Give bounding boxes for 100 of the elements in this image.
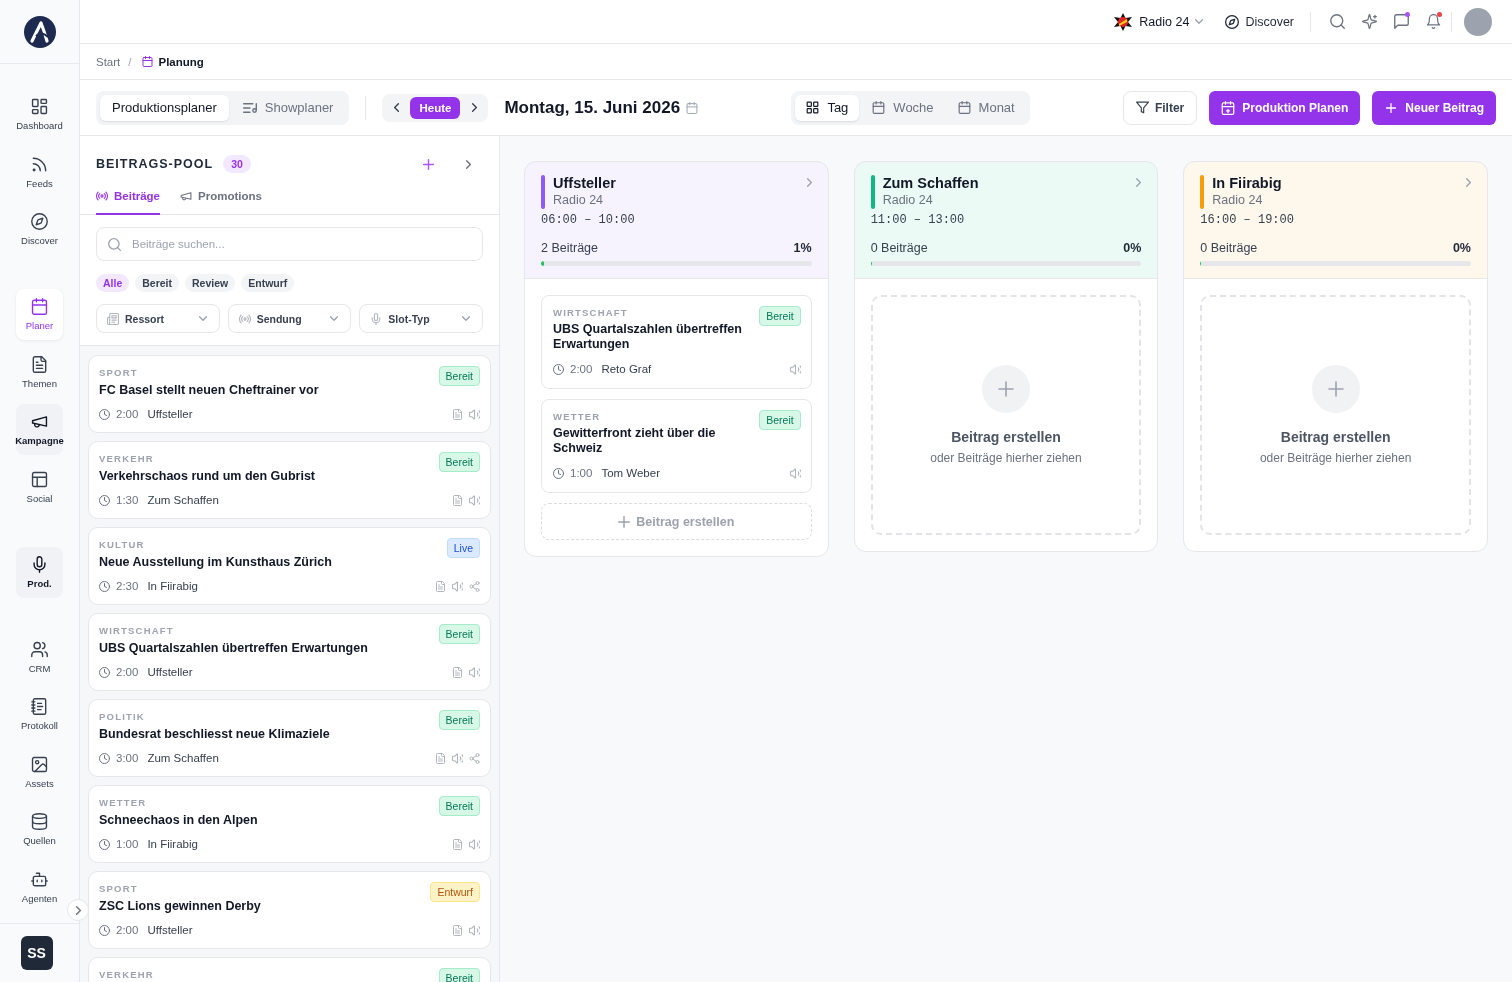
today-button[interactable]: Heute xyxy=(410,96,461,119)
view-tab[interactable]: Monat xyxy=(946,94,1026,121)
radio-icon xyxy=(96,190,108,202)
story-slot: Zum Schaffen xyxy=(147,492,219,508)
story-title: FC Basel stellt neuen Cheftrainer vor xyxy=(99,382,320,398)
sidebar-item[interactable]: Dashboard xyxy=(16,89,63,140)
logo-icon[interactable] xyxy=(23,15,56,48)
filter-dropdown[interactable]: Sendung xyxy=(227,304,352,333)
story-category: WIRTSCHAFT xyxy=(99,625,175,637)
user-avatar[interactable] xyxy=(1464,7,1492,36)
station-selector[interactable]: Radio 24 xyxy=(1113,11,1204,32)
story-card[interactable]: WETTER Schneechaos in den Alpen Bereit 1:00 In Fiirabig xyxy=(88,785,491,863)
story-category: WETTER xyxy=(553,411,602,423)
story-category: VERKEHR xyxy=(99,969,155,981)
action-button[interactable]: Neuer Beitrag xyxy=(1372,90,1496,125)
microphone-icon xyxy=(31,555,48,573)
filter-dropdown[interactable]: Slot-Typ xyxy=(359,304,483,333)
story-category: WETTER xyxy=(99,797,148,809)
slot-percent: 0% xyxy=(1123,240,1142,256)
planner-tab[interactable]: Produktionsplaner xyxy=(100,94,229,121)
story-slot: In Fiirabig xyxy=(147,578,198,594)
chevron-right-icon[interactable] xyxy=(1136,178,1142,187)
notebook-icon xyxy=(31,698,48,715)
user-initials-avatar[interactable]: SS xyxy=(20,936,53,970)
story-slot: Uffsteller xyxy=(147,664,193,680)
drop-zone[interactable]: Beitrag erstellen oder Beiträge hierher ziehen xyxy=(870,295,1142,535)
filter-button[interactable]: Filter xyxy=(1122,90,1198,125)
clock-icon xyxy=(99,580,110,592)
story-author: Tom Weber xyxy=(601,466,660,481)
pool-title: BEITRAGS-POOL xyxy=(96,157,214,171)
status-filter-chip[interactable]: Bereit xyxy=(135,274,180,292)
plus-icon[interactable] xyxy=(1311,364,1360,413)
story-card[interactable]: KULTUR Neue Ausstellung im Kunsthaus Zürich Live 2:30 In Fiirabig xyxy=(88,527,491,605)
discover-button[interactable]: Discover xyxy=(1225,14,1294,29)
sidebar-item[interactable]: Protokoll xyxy=(16,689,63,740)
status-badge: Bereit xyxy=(438,624,480,644)
sidebar-item[interactable]: Quellen xyxy=(16,804,63,855)
sidebar-item[interactable]: Feeds xyxy=(16,146,63,198)
playlist-icon xyxy=(242,100,257,115)
status-badge: Bereit xyxy=(759,306,801,326)
story-duration: 3:00 xyxy=(116,751,139,766)
story-card[interactable]: VERKEHR Bereit xyxy=(88,957,491,982)
status-filter-chip[interactable]: Entwurf xyxy=(241,274,295,292)
sidebar-item[interactable]: Social xyxy=(16,461,63,513)
planner-tab[interactable]: Showplaner xyxy=(230,94,346,121)
chevron-left-icon xyxy=(393,103,399,112)
sidebar-item[interactable]: Themen xyxy=(16,346,63,398)
sidebar-item[interactable]: CRM xyxy=(16,631,63,683)
story-card[interactable]: WIRTSCHAFT UBS Quartalszahlen übertreffen Erwartungen Bereit 2:00 Uffsteller xyxy=(88,613,491,691)
story-duration: 2:30 xyxy=(116,579,139,594)
chevron-right-icon[interactable] xyxy=(1466,178,1471,187)
story-category: VERKEHR xyxy=(99,453,155,465)
drop-zone[interactable]: Beitrag erstellen oder Beiträge hierher ziehen xyxy=(1200,295,1471,535)
story-duration: 1:00 xyxy=(116,837,139,852)
slot-count: 0 Beiträge xyxy=(870,240,928,256)
status-filter-chip[interactable]: Review xyxy=(185,274,236,292)
story-card[interactable]: SPORT ZSC Lions gewinnen Derby Entwurf 2:00 Uffsteller xyxy=(88,871,491,949)
plus-icon[interactable] xyxy=(982,364,1030,413)
sidebar-item[interactable]: Assets xyxy=(16,746,63,798)
calendar-plus-icon xyxy=(1221,100,1236,115)
sidebar-item[interactable]: Discover xyxy=(16,204,63,255)
breadcrumb-link[interactable]: Start xyxy=(96,55,121,68)
slot-title: Zum Schaffen xyxy=(882,174,979,192)
story-card[interactable]: SPORT FC Basel stellt neuen Cheftrainer vor Bereit 2:00 Uffsteller xyxy=(88,355,491,433)
sidebar-item[interactable]: Prod. xyxy=(16,546,63,598)
collapse-button[interactable] xyxy=(67,899,89,921)
pool-tab[interactable]: Promotions xyxy=(180,190,262,215)
status-filter-chip[interactable]: Alle xyxy=(96,274,130,292)
slot-percent: 0% xyxy=(1452,240,1471,256)
calendar-icon[interactable] xyxy=(686,101,699,114)
sidebar-item[interactable]: Kampagne xyxy=(16,404,63,455)
chat-icon xyxy=(1393,14,1409,29)
filter-dropdown[interactable]: Ressort xyxy=(96,304,220,333)
story-card[interactable]: VERKEHR Verkehrschaos rund um den Gubrist Bereit 1:30 Zum Schaffen xyxy=(88,441,491,519)
count-badge: 30 xyxy=(223,155,251,173)
megaphone-icon xyxy=(31,413,48,430)
plus-icon xyxy=(1384,100,1399,115)
megaphone-icon xyxy=(180,190,193,202)
slot-station: Radio 24 xyxy=(882,192,934,209)
search-field[interactable]: Beiträge suchen... xyxy=(96,227,483,261)
status-badge: Bereit xyxy=(438,366,480,386)
view-tab[interactable]: Tag xyxy=(795,94,860,121)
sidebar-item[interactable]: Agenten xyxy=(16,861,63,913)
action-button[interactable]: Produktion Planen xyxy=(1209,90,1361,125)
compass-icon xyxy=(1225,14,1240,29)
view-tab[interactable]: Woche xyxy=(861,94,945,121)
story-slot: Uffsteller xyxy=(147,922,193,938)
clock-icon xyxy=(99,924,110,936)
chevron-down-icon xyxy=(462,316,470,321)
slot-station: Radio 24 xyxy=(553,192,605,209)
status-badge: Bereit xyxy=(438,710,480,730)
slot-percent: 1% xyxy=(793,240,812,256)
story-card[interactable]: WIRTSCHAFT UBS Quartalszahlen übertreffen Erwartungen Bereit 2:00 Reto Graf xyxy=(541,295,812,389)
pool-tab[interactable]: Beiträge xyxy=(96,190,161,215)
story-card[interactable]: WETTER Gewitterfront zieht über die Schweiz Bereit 1:00 Tom Weber xyxy=(541,399,812,493)
robot-icon xyxy=(31,870,48,888)
chevron-right-icon[interactable] xyxy=(806,178,812,187)
story-category: SPORT xyxy=(99,367,139,379)
sidebar-item[interactable]: Planer xyxy=(16,289,63,340)
story-card[interactable]: POLITIK Bundesrat beschliesst neue Klimaziele Bereit 3:00 Zum Schaffen xyxy=(88,699,491,777)
